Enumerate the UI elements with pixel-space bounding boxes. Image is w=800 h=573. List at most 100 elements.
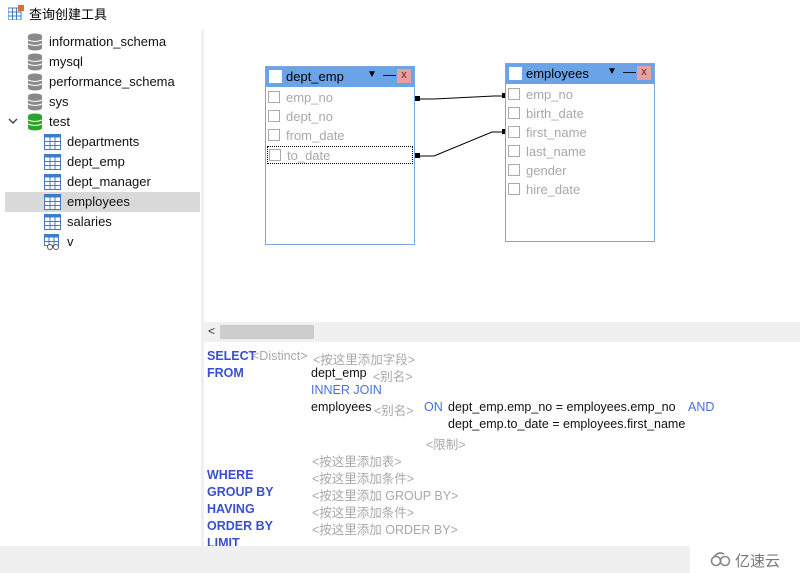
table-name: employees	[526, 66, 589, 81]
column-name: to_date	[287, 148, 331, 163]
table-header[interactable]: dept_emp ▼ — x	[266, 67, 414, 87]
orderby-placeholder[interactable]: <按这里添加 ORDER BY>	[312, 519, 458, 538]
tree-item-sys[interactable]: sys	[5, 92, 200, 112]
column-row[interactable]: emp_no	[267, 89, 413, 107]
groupby-keyword[interactable]: GROUP BY	[207, 485, 273, 499]
from-table[interactable]: dept_emp	[311, 366, 367, 380]
horizontal-scrollbar[interactable]: <	[204, 322, 800, 342]
column-checkbox[interactable]	[268, 91, 280, 103]
join-condition-2[interactable]: dept_emp.to_date = employees.first_name	[448, 417, 685, 431]
database-icon	[27, 53, 43, 71]
table-icon	[44, 214, 61, 230]
column-name: dept_no	[286, 109, 333, 124]
column-checkbox[interactable]	[269, 149, 281, 161]
tree-item-performance-schema[interactable]: performance_schema	[5, 72, 200, 92]
limit-placeholder[interactable]: <限制>	[426, 434, 466, 453]
column-name: emp_no	[286, 90, 333, 105]
from-keyword[interactable]: FROM	[207, 366, 244, 380]
column-name: last_name	[526, 144, 586, 159]
select-all-checkbox[interactable]	[509, 67, 522, 80]
column-row[interactable]: hire_date	[507, 181, 653, 199]
tree-item-departments[interactable]: departments	[5, 132, 200, 152]
on-keyword[interactable]: ON	[424, 400, 443, 414]
tree-item-mysql[interactable]: mysql	[5, 52, 200, 72]
orderby-keyword[interactable]: ORDER BY	[207, 519, 273, 533]
tree-item-label: dept_emp	[67, 154, 125, 169]
link-endpoint	[415, 96, 420, 101]
join-type[interactable]: INNER JOIN	[311, 383, 382, 397]
and-keyword[interactable]: AND	[688, 400, 714, 414]
distinct-placeholder[interactable]: <Distinct>	[252, 349, 308, 363]
table-icon	[44, 154, 61, 170]
status-bar	[0, 546, 800, 573]
scroll-left-icon[interactable]: <	[208, 324, 215, 338]
tree-item-v[interactable]: v	[5, 232, 200, 252]
tree-item-salaries[interactable]: salaries	[5, 212, 200, 232]
tree-item-label: departments	[67, 134, 140, 149]
tree-item-employees[interactable]: employees	[5, 192, 200, 212]
close-icon[interactable]: x	[637, 66, 651, 80]
select-keyword[interactable]: SELECT	[207, 349, 256, 363]
column-name: first_name	[526, 125, 587, 140]
having-keyword[interactable]: HAVING	[207, 502, 255, 516]
tree-item-dept-manager[interactable]: dept_manager	[5, 172, 200, 192]
database-icon	[27, 93, 43, 111]
table-header[interactable]: employees ▼ — x	[506, 64, 654, 84]
column-checkbox[interactable]	[508, 145, 520, 157]
join-table[interactable]: employees	[311, 400, 371, 414]
chevron-down-icon[interactable]	[8, 115, 18, 127]
select-all-checkbox[interactable]	[269, 70, 282, 83]
column-name: emp_no	[526, 87, 573, 102]
tree-item-label: test	[49, 114, 70, 129]
column-row[interactable]: from_date	[267, 127, 413, 145]
column-row[interactable]: dept_no	[267, 108, 413, 126]
column-checkbox[interactable]	[268, 129, 280, 141]
column-name: from_date	[286, 128, 345, 143]
minimize-icon[interactable]: —	[383, 67, 396, 82]
tree-item-label: mysql	[49, 54, 83, 69]
object-tree[interactable]: information_schema mysql performance_sch…	[0, 30, 201, 546]
column-row[interactable]: first_name	[507, 124, 653, 142]
alias-placeholder[interactable]: <别名>	[374, 400, 414, 419]
join-condition-1[interactable]: dept_emp.emp_no = employees.emp_no	[448, 400, 676, 414]
column-name: hire_date	[526, 182, 581, 197]
column-checkbox[interactable]	[508, 164, 520, 176]
diagram-canvas[interactable]: dept_emp ▼ — x emp_no dept_no from_date …	[204, 30, 800, 322]
minimize-icon[interactable]: —	[623, 64, 636, 79]
sql-builder[interactable]: SELECT <Distinct> <按这里添加字段> FROM dept_em…	[204, 344, 800, 546]
column-checkbox[interactable]	[268, 110, 280, 122]
query-builder-icon	[8, 5, 24, 20]
column-name: birth_date	[526, 106, 584, 121]
tree-item-label: salaries	[67, 214, 112, 229]
database-active-icon	[27, 113, 43, 131]
column-row[interactable]: birth_date	[507, 105, 653, 123]
column-checkbox[interactable]	[508, 107, 520, 119]
watermark-text: 亿速云	[735, 553, 781, 570]
column-name: gender	[526, 163, 567, 178]
column-checkbox[interactable]	[508, 126, 520, 138]
dropdown-menu-icon[interactable]: ▼	[607, 66, 617, 77]
database-icon	[27, 73, 43, 91]
close-icon[interactable]: x	[397, 69, 411, 83]
column-checkbox[interactable]	[508, 88, 520, 100]
limit-keyword[interactable]: LIMIT	[207, 536, 240, 546]
scrollbar-thumb[interactable]	[220, 325, 314, 339]
diagram-table-employees[interactable]: employees ▼ — x emp_no birth_date first_…	[505, 63, 655, 242]
dropdown-menu-icon[interactable]: ▼	[367, 69, 377, 80]
database-icon	[27, 33, 43, 51]
column-row[interactable]: gender	[507, 162, 653, 180]
tree-item-dept-emp[interactable]: dept_emp	[5, 152, 200, 172]
where-keyword[interactable]: WHERE	[207, 468, 254, 482]
tree-item-label: employees	[67, 194, 130, 209]
tree-item-test[interactable]: test	[5, 112, 200, 132]
tree-item-information-schema[interactable]: information_schema	[5, 32, 200, 52]
cloud-logo-icon	[710, 552, 731, 567]
tree-item-label: information_schema	[49, 34, 167, 49]
column-checkbox[interactable]	[508, 183, 520, 195]
join-link-to-date	[418, 131, 504, 157]
column-row[interactable]: emp_no	[507, 86, 653, 104]
column-row[interactable]: last_name	[507, 143, 653, 161]
window-title: 查询创建工具	[29, 7, 108, 22]
column-row-focused[interactable]: to_date	[267, 146, 413, 164]
diagram-table-dept-emp[interactable]: dept_emp ▼ — x emp_no dept_no from_date …	[265, 66, 415, 245]
